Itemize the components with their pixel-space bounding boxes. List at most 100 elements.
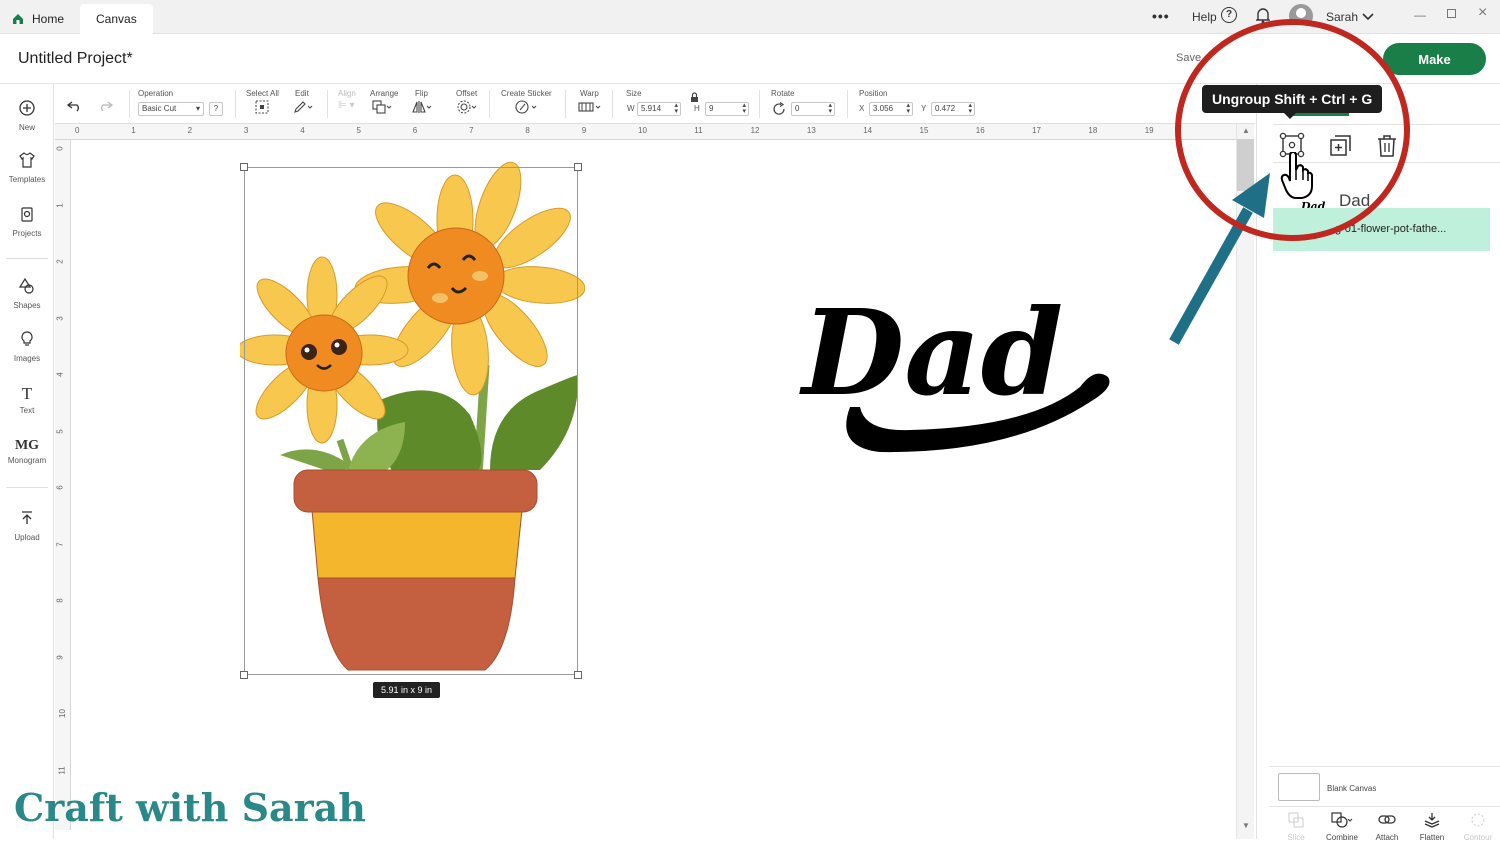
position-y-field[interactable]: 0.472 ▴ ▾ xyxy=(931,102,975,116)
nav-images[interactable]: Images xyxy=(0,331,54,363)
watermark-logo: Craft with Sarah xyxy=(14,785,366,830)
minimize-button[interactable]: — xyxy=(1414,8,1426,22)
close-button[interactable]: × xyxy=(1478,4,1487,22)
attach-label: Attach xyxy=(1375,833,1399,842)
ruler-left: 0 1 2 3 4 5 6 7 8 9 10 11 xyxy=(55,140,71,830)
selection-handle[interactable] xyxy=(574,671,582,679)
flip-icon[interactable] xyxy=(412,100,432,117)
combine-button[interactable]: Combine xyxy=(1322,812,1362,842)
height-field[interactable]: 9 ▴ ▾ xyxy=(705,102,749,116)
nav-images-label: Images xyxy=(13,354,41,363)
create-sticker-label: Create Sticker xyxy=(501,89,552,98)
slice-button[interactable]: Slice xyxy=(1276,812,1316,842)
rotate-icon xyxy=(772,102,786,121)
ruler-tick-label: 18 xyxy=(1088,126,1098,135)
toolbar-divider xyxy=(759,90,760,118)
flatten-button[interactable]: Flatten xyxy=(1412,812,1452,842)
contour-label: Contour xyxy=(1463,833,1493,842)
ruler-tick-label: 2 xyxy=(55,259,65,264)
attach-icon xyxy=(1367,812,1407,831)
nav-new-label: New xyxy=(18,123,35,132)
chevron-down-icon[interactable] xyxy=(1362,9,1374,27)
panel-divider xyxy=(1269,766,1500,767)
upload-icon xyxy=(0,510,54,531)
undo-icon[interactable] xyxy=(66,100,83,115)
ruler-tick-label: 0 xyxy=(55,146,65,151)
selection-handle[interactable] xyxy=(240,163,248,171)
home-icon xyxy=(12,13,24,25)
more-options-button[interactable]: ••• xyxy=(1152,8,1170,24)
dad-text-art: Dad xyxy=(799,283,1063,422)
toolbar-divider xyxy=(565,90,566,118)
combine-label: Combine xyxy=(1325,833,1358,842)
tab-home-label: Home xyxy=(32,12,65,26)
offset-icon[interactable] xyxy=(457,100,477,117)
contour-button[interactable]: Contour xyxy=(1458,812,1498,842)
scroll-down-icon[interactable]: ▼ xyxy=(1242,821,1250,830)
ruler-tick-label: 6 xyxy=(55,485,65,490)
toolbar-divider xyxy=(612,90,613,118)
nav-shapes[interactable]: Shapes xyxy=(0,277,54,310)
help-icon[interactable]: ? xyxy=(1221,7,1237,23)
ruler-tick-label: 8 xyxy=(525,126,530,135)
blank-canvas-swatch[interactable] xyxy=(1278,773,1320,801)
text-icon: T xyxy=(21,384,33,403)
size-w-label: W xyxy=(627,104,635,113)
plus-circle-icon xyxy=(0,100,54,121)
dad-text-image[interactable]: Dad xyxy=(790,282,1120,462)
nav-shapes-label: Shapes xyxy=(13,301,41,310)
operation-help-button[interactable]: ? xyxy=(209,102,223,116)
selection-handle[interactable] xyxy=(574,163,582,171)
save-button[interactable]: Save xyxy=(1176,52,1201,64)
nav-upload-label: Upload xyxy=(14,533,40,542)
edit-pencil-icon[interactable] xyxy=(293,100,313,117)
stepper-icon: ▴ ▾ xyxy=(742,102,746,115)
nav-divider xyxy=(6,487,48,488)
dropdown-arrow-icon: ▾ xyxy=(195,104,200,113)
attach-button[interactable]: Attach xyxy=(1367,812,1407,842)
rotate-field[interactable]: 0 ▴ ▾ xyxy=(791,102,835,116)
ruler-tick-label: 9 xyxy=(581,126,587,135)
tab-home[interactable]: Home xyxy=(12,4,64,34)
project-title[interactable]: Untitled Project* xyxy=(18,50,133,68)
lightbulb-icon xyxy=(0,331,54,352)
sticker-icon[interactable] xyxy=(515,100,537,117)
align-icon[interactable]: ⊫ ▾ xyxy=(338,100,355,111)
selection-handle[interactable] xyxy=(240,671,248,679)
ruler-tick-label: 17 xyxy=(1032,126,1041,135)
ungroup-tooltip: Ungroup Shift + Ctrl + G xyxy=(1202,85,1383,119)
offset-label: Offset xyxy=(456,89,478,98)
arrange-icon[interactable] xyxy=(372,100,392,117)
edit-toolbar: Operation Basic Cut ▾ ? Select All Edit … xyxy=(55,84,1255,124)
nav-templates[interactable]: Templates xyxy=(0,152,54,184)
operation-label: Operation xyxy=(138,89,174,98)
ruler-tick-label: 15 xyxy=(919,126,929,135)
help-label[interactable]: Help xyxy=(1192,10,1217,24)
stepper-icon: ▴ ▾ xyxy=(674,102,678,115)
position-label: Position xyxy=(859,89,888,98)
nav-projects[interactable]: Projects xyxy=(0,206,54,238)
select-all-icon[interactable] xyxy=(255,100,269,117)
redo-icon[interactable] xyxy=(97,100,114,115)
nav-text[interactable]: T Text xyxy=(0,384,54,415)
operation-select[interactable]: Basic Cut ▾ xyxy=(138,102,204,116)
position-x-field[interactable]: 3.056 ▴ ▾ xyxy=(869,102,913,116)
ruler-tick-label: 11 xyxy=(57,765,67,775)
nav-new[interactable]: New xyxy=(0,100,54,132)
user-name[interactable]: Sarah xyxy=(1326,10,1358,24)
rotate-value: 0 xyxy=(795,104,800,113)
warp-icon[interactable] xyxy=(578,100,602,117)
ruler-tick-label: 3 xyxy=(243,126,249,135)
nav-text-label: Text xyxy=(19,406,35,415)
size-label: Size xyxy=(626,89,642,98)
ruler-tick-label: 7 xyxy=(55,541,65,547)
width-field[interactable]: 5.914 ▴ ▾ xyxy=(637,102,681,116)
nav-monogram[interactable]: MG Monogram xyxy=(0,438,54,465)
tab-canvas-label: Canvas xyxy=(96,12,137,26)
tab-canvas[interactable]: Canvas xyxy=(80,4,153,34)
nav-upload[interactable]: Upload xyxy=(0,510,54,542)
ruler-tick-label: 4 xyxy=(300,126,305,135)
maximize-button[interactable] xyxy=(1447,9,1456,18)
make-button[interactable]: Make xyxy=(1383,43,1486,75)
selection-box[interactable] xyxy=(244,167,578,675)
